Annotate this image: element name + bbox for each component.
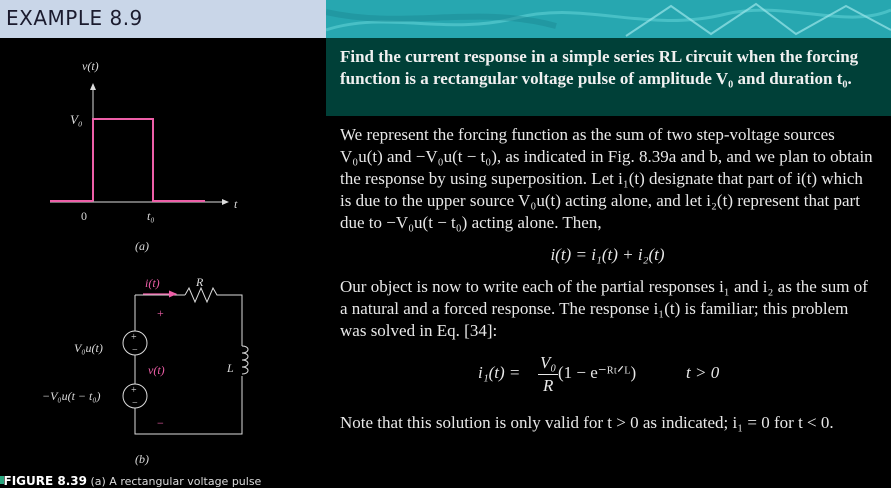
figure-panel: EXAMPLE 8.9 v(t) t V₀ 0 t₀ (a) + − + − i… — [0, 0, 326, 488]
inductor-label: L — [226, 361, 234, 375]
resistor — [184, 286, 220, 304]
decorative-banner — [326, 0, 891, 38]
svg-text:+: + — [131, 385, 137, 396]
paragraph-1: We represent the forcing function as the… — [340, 125, 873, 232]
t0-label: t₀ — [147, 209, 155, 223]
svg-text:−: − — [132, 345, 138, 356]
pulse-waveform — [92, 118, 205, 202]
origin-label: 0 — [81, 209, 87, 223]
voltage-plus: + — [157, 306, 164, 320]
y-axis-label: v(t) — [82, 59, 99, 73]
amplitude-label: V₀ — [70, 112, 82, 127]
equation-2-numerator: V₀ — [538, 352, 559, 375]
example-title: EXAMPLE 8.9 — [6, 6, 143, 30]
lower-source-label: −V₀u(t − t₀) — [42, 389, 101, 403]
current-label: i(t) — [145, 276, 160, 290]
caption-text: (a) A rectangular voltage pulse — [90, 475, 262, 488]
circuit-diagram: + − + − i(t) R L V₀u(t) −V₀u(t − t₀) + v… — [42, 275, 249, 466]
equation-2-rhs: (1 − e⁻ᴿᵗᐟᴸ) — [558, 363, 637, 382]
equation-2: i₁(t) = V₀ R (1 − e⁻ᴿᵗᐟᴸ) t > 0 — [340, 346, 875, 404]
resistor-label: R — [195, 275, 204, 289]
problem-box: Find the current response in a simple se… — [326, 38, 891, 116]
svg-text:+: + — [131, 332, 137, 343]
pulse-plot: v(t) t V₀ 0 t₀ (a) — [50, 59, 238, 253]
equation-1: i(t) = i₁(t) + i₂(t) — [550, 245, 665, 264]
solution-text: We represent the forcing function as the… — [340, 124, 875, 434]
equation-2-fraction: V₀ R — [538, 352, 559, 397]
voltage-minus: − — [157, 416, 164, 430]
equation-2-denominator: R — [542, 376, 554, 395]
banner-pattern — [326, 0, 891, 38]
figure-caption: FIGURE 8.39 (a) A rectangular voltage pu… — [0, 474, 262, 488]
problem-statement: Find the current response in a simple se… — [340, 47, 859, 88]
upper-source-label: V₀u(t) — [74, 341, 103, 355]
paragraph-2: Our object is now to write each of the p… — [340, 277, 868, 340]
figure-a-tag: (a) — [135, 239, 149, 253]
paragraph-3: Note that this solution is only valid fo… — [340, 413, 834, 432]
example-header: EXAMPLE 8.9 — [0, 0, 326, 38]
equation-2-condition: t > 0 — [686, 363, 720, 382]
inductor — [241, 345, 249, 375]
x-axis-label: t — [234, 197, 238, 211]
caption-label: FIGURE 8.39 — [3, 474, 87, 488]
equation-2-lhs: i₁(t) = — [478, 363, 521, 382]
figure-b-tag: (b) — [135, 452, 149, 466]
svg-text:−: − — [132, 398, 138, 409]
voltage-label: v(t) — [148, 363, 165, 377]
